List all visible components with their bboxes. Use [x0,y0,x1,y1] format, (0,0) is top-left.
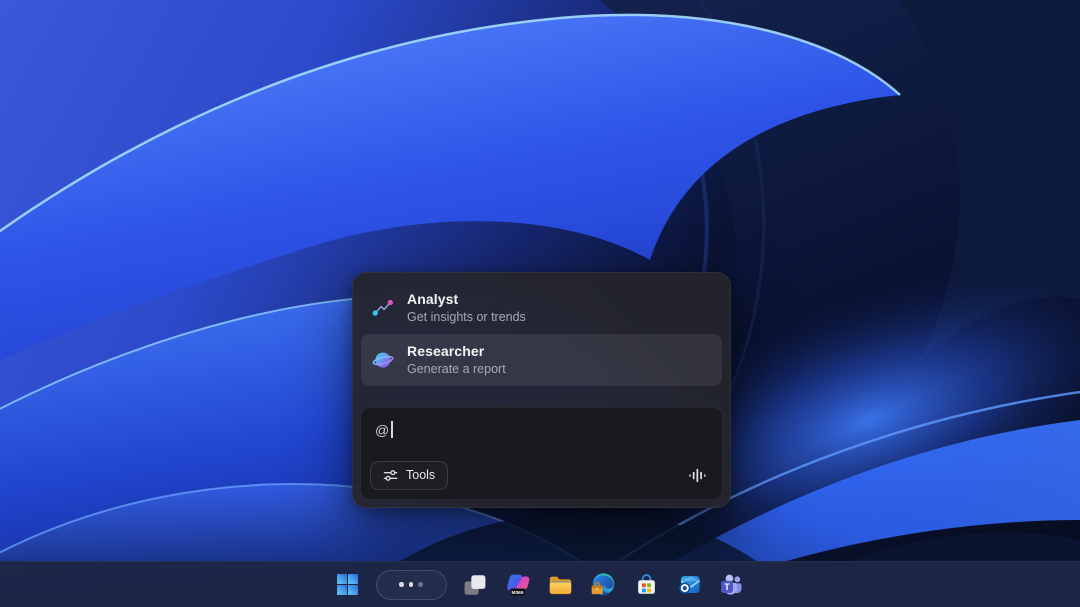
task-view-icon [462,572,488,598]
menu-item-text: Researcher Generate a report [407,343,506,378]
voice-waveform-icon [687,466,706,485]
store-icon [633,571,660,598]
outlook-button[interactable] [675,570,705,600]
typing-dot [399,582,404,587]
voice-input-button[interactable] [681,460,711,490]
menu-item-text: Analyst Get insights or trends [407,291,526,326]
menu-item-researcher[interactable]: Researcher Generate a report [361,334,722,386]
sliders-icon [383,468,398,483]
menu-item-title: Analyst [407,291,526,308]
m365-copilot-icon: M365 [504,571,531,598]
svg-text:M365: M365 [511,590,523,596]
menu-item-title: Researcher [407,343,506,360]
menu-item-subtitle: Get insights or trends [407,310,526,325]
agent-menu: Analyst Get insights or trends [353,273,730,386]
microsoft-teams-button[interactable]: T [718,570,748,600]
folder-icon [547,571,574,598]
microsoft-edge-button[interactable] [589,570,619,600]
svg-text:T: T [724,582,730,592]
menu-item-analyst[interactable]: Analyst Get insights or trends [361,282,722,334]
tools-button-label: Tools [406,468,435,482]
tools-button[interactable]: Tools [370,461,448,490]
copilot-search-pill[interactable] [376,570,447,600]
m365-copilot-app-button[interactable]: M365 [503,570,533,600]
prompt-input[interactable]: @ Tools [360,407,723,500]
start-button[interactable] [333,570,363,600]
planet-icon [372,349,394,371]
typed-text: @ [375,422,389,438]
prompt-input-value: @ [375,421,393,438]
typing-dot [418,582,423,587]
windows-logo-icon [335,572,360,597]
outlook-icon [676,571,703,598]
typing-dot [409,582,414,587]
input-controls: Tools [370,460,711,490]
text-caret [391,421,393,438]
task-view-button[interactable] [460,570,490,600]
teams-icon: T [719,571,746,598]
microsoft-store-button[interactable] [632,570,662,600]
trend-chart-icon [372,297,394,319]
copilot-panel: Analyst Get insights or trends [352,272,731,508]
file-explorer-button[interactable] [546,570,576,600]
edge-icon [590,571,617,598]
taskbar: M365 [0,561,1080,607]
menu-item-subtitle: Generate a report [407,362,506,377]
